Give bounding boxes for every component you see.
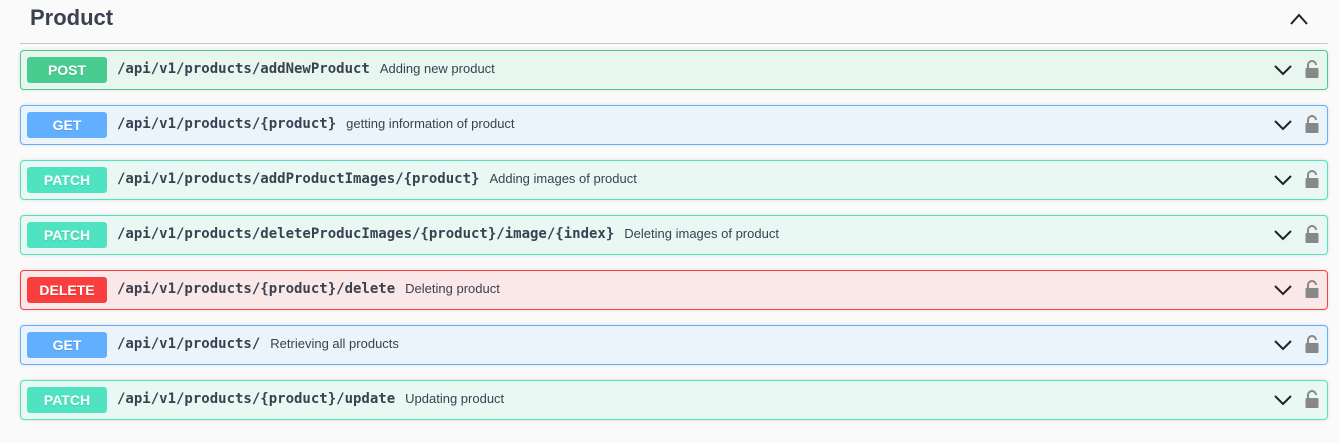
lock-icon[interactable]: [1304, 334, 1320, 354]
operation-path-container: /api/v1/products/{product}/delete Deletin…: [117, 281, 500, 297]
operations-list: POST /api/v1/products/addNewProduct Addin…: [20, 50, 1328, 435]
operation-path: /api/v1/products/{product}: [117, 116, 337, 132]
operation-row[interactable]: GET /api/v1/products/Retrieving all prod…: [20, 325, 1328, 365]
operation-description: Deleting product: [405, 281, 500, 296]
chevron-up-icon[interactable]: [1288, 10, 1310, 28]
lock-icon[interactable]: [1304, 224, 1320, 244]
operation-path: /api/v1/products/: [117, 336, 261, 352]
method-badge: PATCH: [27, 222, 107, 248]
operation-description: Adding images of product: [489, 171, 637, 186]
lock-icon[interactable]: [1304, 169, 1320, 189]
operation-row[interactable]: PATCH /api/v1/products/addProductImages/…: [20, 160, 1328, 200]
operation-path-container: /api/v1/products/Retrieving all products: [117, 336, 399, 352]
method-badge: GET: [27, 332, 107, 358]
operation-path: /api/v1/products/{product}/delete: [117, 281, 396, 297]
operation-description: Adding new product: [379, 61, 495, 76]
chevron-down-icon[interactable]: [1273, 118, 1293, 132]
lock-icon[interactable]: [1304, 114, 1320, 134]
operation-path-container: /api/v1/products/deleteProducImages/{pro…: [117, 226, 779, 242]
chevron-down-icon[interactable]: [1273, 228, 1293, 242]
operation-path: /api/v1/products/deleteProducImages/{pro…: [117, 226, 615, 242]
product-section: Product POST /api/v1/products/addNewProd…: [0, 0, 1340, 443]
operation-description: Updating product: [405, 391, 505, 406]
section-title: Product: [30, 5, 114, 30]
method-badge: POST: [27, 57, 107, 83]
chevron-down-icon[interactable]: [1273, 63, 1293, 77]
lock-icon[interactable]: [1304, 279, 1320, 299]
operation-row[interactable]: PATCH /api/v1/products/deleteProducImage…: [20, 215, 1328, 255]
operation-path-container: /api/v1/products/addProductImages/{produ…: [117, 171, 637, 187]
chevron-down-icon[interactable]: [1273, 283, 1293, 297]
method-badge: GET: [27, 112, 107, 138]
operation-path: /api/v1/products/addProductImages/{produ…: [117, 171, 480, 187]
operation-row[interactable]: GET /api/v1/products/{product} getting in…: [20, 105, 1328, 145]
method-badge: PATCH: [27, 167, 107, 193]
lock-icon[interactable]: [1304, 389, 1320, 409]
operation-path-container: /api/v1/products/{product}/update Updatin…: [117, 391, 504, 407]
operation-description: Retrieving all products: [270, 336, 399, 351]
operation-description: getting information of product: [346, 116, 515, 131]
operation-row[interactable]: DELETE /api/v1/products/{product}/delete…: [20, 270, 1328, 310]
operation-row[interactable]: POST /api/v1/products/addNewProduct Addin…: [20, 50, 1328, 90]
operation-row[interactable]: PATCH /api/v1/products/{product}/update U…: [20, 380, 1328, 420]
operation-path-container: /api/v1/products/{product} getting inform…: [117, 116, 515, 132]
chevron-down-icon[interactable]: [1273, 338, 1293, 352]
operation-path: /api/v1/products/{product}/update: [117, 391, 396, 407]
method-badge: PATCH: [27, 387, 107, 413]
lock-icon[interactable]: [1304, 59, 1320, 79]
operation-path-container: /api/v1/products/addNewProduct Adding new…: [117, 61, 495, 77]
operation-path: /api/v1/products/addNewProduct: [117, 61, 370, 77]
method-badge: DELETE: [27, 277, 107, 303]
chevron-down-icon[interactable]: [1273, 393, 1293, 407]
section-header[interactable]: Product: [20, 0, 1328, 44]
chevron-down-icon[interactable]: [1273, 173, 1293, 187]
operation-description: Deleting images of product: [624, 226, 779, 241]
